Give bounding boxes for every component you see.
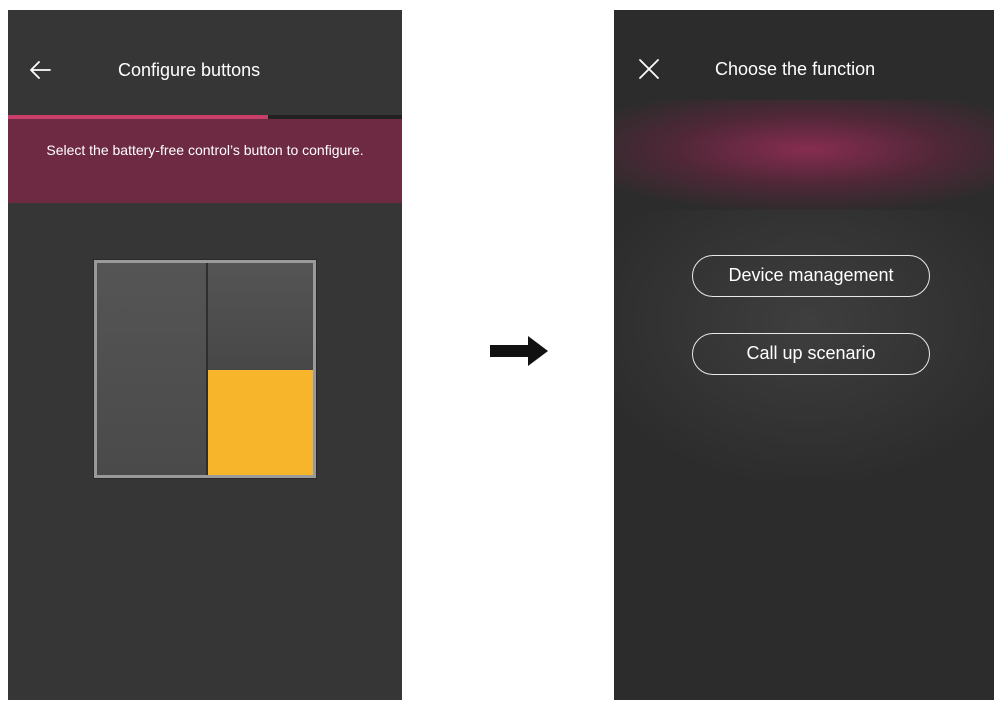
arrow-left-icon[interactable] xyxy=(28,58,52,82)
page-title: Choose the function xyxy=(715,59,876,79)
choose-function-screen: Choose the function Device management Ca… xyxy=(614,10,994,700)
call-up-scenario-button[interactable]: Call up scenario xyxy=(692,333,930,375)
instruction-text: Select the battery-free control’s button… xyxy=(46,142,364,158)
instruction-banner: Select the battery-free control’s button… xyxy=(8,119,402,203)
switch-button-left[interactable] xyxy=(97,263,208,475)
close-icon[interactable] xyxy=(638,58,660,80)
arrow-right-icon xyxy=(490,336,548,366)
switch-button-right-bottom[interactable] xyxy=(208,370,313,475)
switch-button-right-top[interactable] xyxy=(208,263,313,370)
configure-buttons-screen: Configure buttons Select the battery-fre… xyxy=(8,10,402,700)
page-title: Configure buttons xyxy=(118,60,261,80)
background-glow xyxy=(614,100,994,210)
device-management-button[interactable]: Device management xyxy=(692,255,930,297)
switch-plate xyxy=(94,260,316,478)
